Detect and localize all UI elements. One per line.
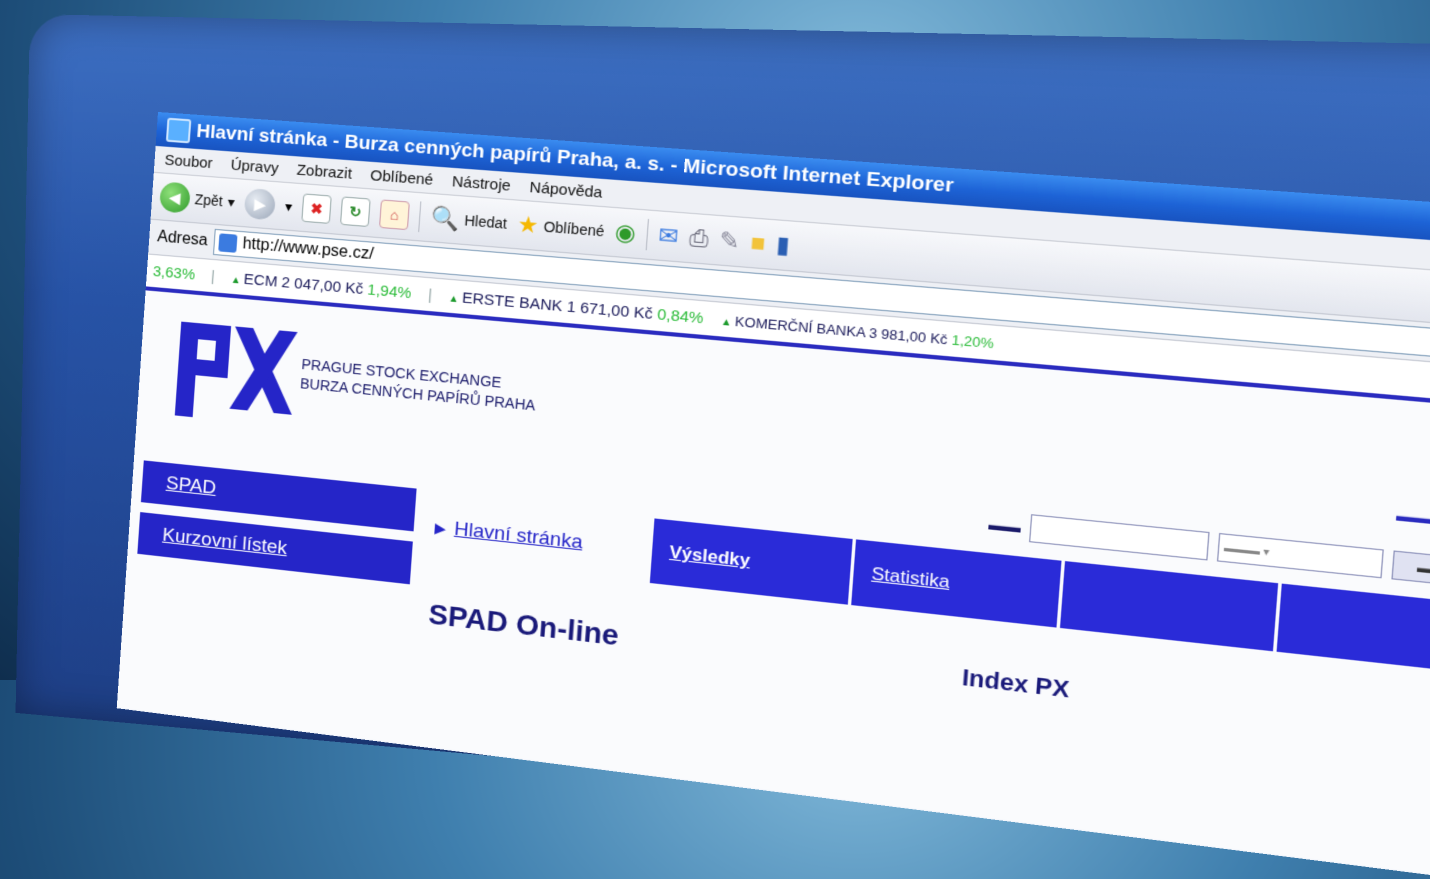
- login-link[interactable]: ▬▬▬: [1396, 506, 1430, 529]
- star-icon: ★: [516, 211, 540, 239]
- messenger-icon[interactable]: ▮: [775, 231, 790, 258]
- ticker-divider: |: [210, 267, 216, 285]
- menu-help[interactable]: Nápověda: [529, 178, 603, 201]
- browser-window: Hlavní stránka - Burza cenných papírů Pr…: [116, 112, 1430, 879]
- up-arrow-icon: ▲: [230, 274, 242, 287]
- up-arrow-icon: ▲: [720, 315, 733, 329]
- search-label: Hledat: [463, 212, 508, 232]
- page-icon: [217, 233, 238, 253]
- brand-text: PRAGUE STOCK EXCHANGE BURZA CENNÝCH PAPÍ…: [299, 355, 537, 416]
- toolbar-divider: [418, 201, 422, 233]
- back-label: Zpět: [194, 191, 224, 210]
- index-title: Index PX: [961, 663, 1071, 703]
- px-logo: [174, 321, 298, 421]
- ie-icon: [165, 117, 192, 144]
- ticker-item: 3,63%: [152, 262, 196, 284]
- site-search-button[interactable]: ▬: [1391, 550, 1430, 586]
- home-icon[interactable]: ⌂: [379, 199, 410, 231]
- tab-blurred-4[interactable]: [1276, 583, 1430, 676]
- tab-vysledky[interactable]: Výsledky: [649, 518, 853, 605]
- address-label: Adresa: [156, 228, 209, 250]
- chevron-down-icon[interactable]: ▾: [285, 198, 293, 216]
- breadcrumb[interactable]: Hlavní stránka: [434, 516, 584, 554]
- toolbar-divider: [645, 218, 649, 251]
- stop-icon[interactable]: ✖: [301, 193, 332, 224]
- up-arrow-icon: ▲: [448, 292, 460, 305]
- search-caption: ▬▬: [987, 515, 1022, 536]
- forward-arrow-icon[interactable]: ▶: [243, 187, 277, 221]
- menu-favorites[interactable]: Oblíbené: [370, 166, 434, 188]
- tab-blurred-3[interactable]: [1059, 561, 1279, 652]
- back-button[interactable]: ◀ Zpět ▾: [159, 181, 236, 217]
- address-url: http://www.pse.cz/: [242, 235, 375, 264]
- menu-tools[interactable]: Nástroje: [451, 172, 511, 194]
- favorites-button[interactable]: ★ Oblíbené: [516, 211, 605, 243]
- history-icon[interactable]: ◉: [614, 219, 637, 247]
- left-nav: SPAD Kurzovní lístek: [137, 460, 417, 594]
- menu-edit[interactable]: Úpravy: [230, 156, 279, 177]
- edit-icon[interactable]: ✎: [718, 227, 740, 255]
- search-scope-select[interactable]: ▬▬▬ ▾: [1216, 532, 1384, 579]
- mail-icon[interactable]: ✉: [657, 222, 679, 250]
- menu-file[interactable]: Soubor: [164, 151, 213, 172]
- ticker-divider: |: [427, 285, 433, 304]
- refresh-icon[interactable]: ↻: [340, 196, 371, 228]
- magnifier-icon: 🔍: [429, 204, 461, 233]
- page-headline: SPAD On-line: [427, 597, 620, 652]
- ticker-item: ▲ ECM 2 047,00 Kč 1,94%: [230, 270, 412, 302]
- site-search-input[interactable]: [1029, 514, 1210, 561]
- menu-view[interactable]: Zobrazit: [296, 161, 352, 182]
- tab-statistika[interactable]: Statistika: [851, 539, 1062, 628]
- folder-icon[interactable]: ■: [750, 229, 767, 256]
- print-icon[interactable]: ⎙: [688, 224, 709, 252]
- favorites-label: Oblíbené: [543, 218, 605, 240]
- back-arrow-icon: ◀: [159, 181, 191, 214]
- chevron-down-icon[interactable]: ▾: [227, 193, 235, 211]
- search-button[interactable]: 🔍 Hledat: [429, 204, 508, 235]
